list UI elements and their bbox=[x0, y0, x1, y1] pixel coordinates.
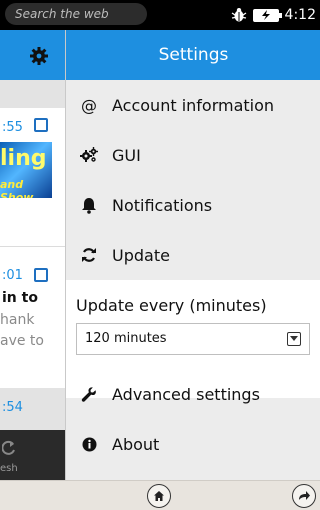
menu-item-label: About bbox=[112, 434, 160, 454]
settings-title: Settings bbox=[66, 30, 320, 80]
item-timestamp: :01 bbox=[2, 268, 23, 283]
item-title: in to bbox=[2, 290, 38, 306]
gears-icon bbox=[80, 147, 98, 162]
menu-item-label: Account information bbox=[112, 95, 275, 115]
divider bbox=[0, 246, 65, 247]
gear-icon[interactable] bbox=[29, 46, 49, 66]
bug-icon bbox=[231, 8, 246, 22]
item-text-line: hank bbox=[0, 312, 35, 328]
thumbnail-subtext: and Show bbox=[0, 178, 34, 198]
refresh-icon[interactable] bbox=[2, 440, 16, 456]
status-clock: 4:12 bbox=[284, 7, 316, 23]
dropdown-arrow-icon bbox=[287, 332, 301, 346]
wrench-icon bbox=[81, 387, 96, 402]
item-checkbox[interactable] bbox=[34, 268, 48, 282]
status-icons: 4:12 bbox=[231, 0, 316, 30]
menu-item-account-information[interactable]: @ Account information bbox=[66, 80, 320, 130]
system-nav-bar bbox=[0, 480, 320, 510]
menu-item-notifications[interactable]: Notifications bbox=[66, 180, 320, 230]
background-toolbar: esh bbox=[0, 430, 65, 480]
menu-item-label: Advanced settings bbox=[112, 384, 260, 404]
item-text-line: ave to bbox=[0, 333, 44, 349]
refresh-icon bbox=[82, 248, 96, 262]
refresh-label: esh bbox=[0, 463, 18, 474]
menu-item-gui[interactable]: GUI bbox=[66, 130, 320, 180]
info-icon bbox=[82, 437, 96, 451]
item-thumbnail: ling and Show bbox=[0, 142, 52, 198]
home-button[interactable] bbox=[147, 484, 171, 508]
settings-drawer: Settings @ Account information GUI Notif… bbox=[65, 30, 320, 480]
at-icon: @ bbox=[81, 95, 97, 115]
bell-icon bbox=[82, 197, 96, 214]
section-separator bbox=[0, 80, 65, 108]
update-interval-select[interactable]: 120 minutes bbox=[76, 323, 310, 355]
item-checkbox[interactable] bbox=[34, 118, 48, 132]
background-header bbox=[0, 30, 65, 80]
background-timeline-panel: :55 ling and Show :01 in to hank ave to … bbox=[0, 30, 65, 480]
menu-item-advanced-settings[interactable]: Advanced settings bbox=[66, 369, 320, 419]
menu-item-about[interactable]: About bbox=[66, 419, 320, 469]
menu-item-label: GUI bbox=[112, 145, 141, 165]
item-timestamp: :55 bbox=[2, 120, 23, 135]
forward-arrow-icon bbox=[299, 491, 310, 500]
web-search-field[interactable]: Search the web bbox=[5, 3, 147, 25]
thumbnail-text: ling bbox=[0, 146, 47, 171]
update-interval-value: 120 minutes bbox=[85, 331, 167, 346]
section-separator: :54 bbox=[0, 388, 65, 430]
forward-button[interactable] bbox=[292, 484, 316, 508]
menu-item-label: Notifications bbox=[112, 195, 213, 215]
battery-charging-icon bbox=[252, 8, 282, 22]
menu-item-update[interactable]: Update bbox=[66, 230, 320, 280]
status-bar: Search the web 4:12 bbox=[0, 0, 320, 30]
menu-item-label: Update bbox=[112, 245, 170, 265]
item-timestamp: :54 bbox=[2, 400, 23, 415]
home-icon bbox=[154, 491, 164, 501]
update-interval-label: Update every (minutes) bbox=[76, 296, 267, 315]
